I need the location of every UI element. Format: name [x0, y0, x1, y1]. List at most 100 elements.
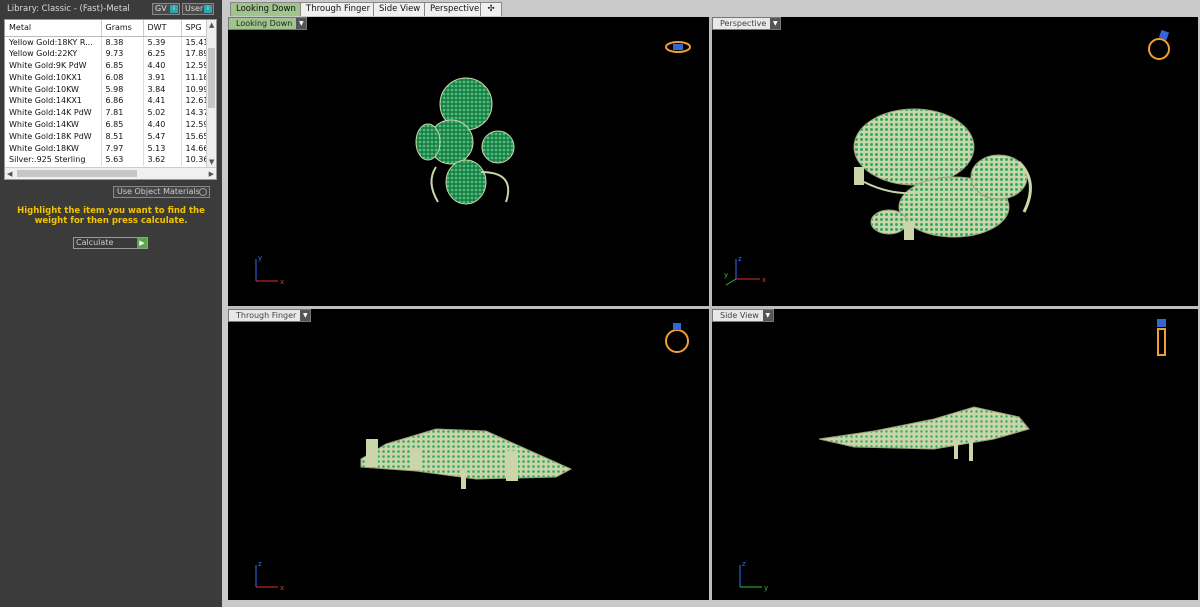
chevron-down-icon[interactable]: ▼	[770, 18, 781, 29]
table-cell-dwt: 4.40	[143, 118, 182, 131]
viewport-side-view[interactable]: Side View ▼ z y	[712, 309, 1198, 600]
table-cell-grams: 7.81	[101, 106, 144, 119]
vertical-scrollbar[interactable]: ▲ ▼	[206, 20, 216, 167]
ring-front-icon[interactable]	[662, 319, 692, 357]
user-toggle-button[interactable]: User i	[182, 3, 214, 15]
table-cell-dwt: 3.62	[143, 153, 182, 166]
chevron-left-icon[interactable]: ◀	[7, 169, 12, 179]
column-header-spg[interactable]: SPG	[181, 20, 210, 37]
tab-looking-down[interactable]: Looking Down	[230, 2, 302, 16]
table-cell-dwt: 4.40	[143, 59, 182, 72]
chevron-up-icon[interactable]: ▲	[209, 20, 214, 30]
tab-side-view[interactable]: Side View	[373, 2, 427, 16]
ring-side-icon[interactable]	[1152, 317, 1172, 357]
ring-top-icon[interactable]	[664, 39, 692, 55]
column-header-dwt[interactable]: DWT	[143, 20, 182, 37]
viewport-label-side-view[interactable]: Side View ▼	[712, 309, 774, 322]
tab-perspective[interactable]: Perspective	[424, 2, 486, 16]
table-cell-metal: White Gold:10KW	[5, 83, 102, 95]
table-cell-spg: 15.65	[181, 130, 210, 143]
table-cell-grams: 7.97	[101, 142, 144, 154]
scroll-thumb[interactable]	[208, 48, 215, 108]
table-cell-spg: 15.41	[181, 36, 210, 48]
table-cell-metal: White Gold:18K PdW	[5, 130, 102, 143]
jewelry-model-front	[360, 428, 573, 489]
table-cell-dwt: 5.47	[143, 130, 182, 143]
table-cell-spg: 11.18	[181, 71, 210, 84]
table-row[interactable]: Silver:.925 Sterling 5.63 3.62 10.36	[5, 153, 210, 166]
axis-label-y: y	[258, 254, 262, 262]
table-cell-grams: 8.51	[101, 130, 144, 143]
axis-gizmo-top: y x	[255, 254, 284, 286]
table-cell-metal: White Gold:14KW	[5, 118, 102, 131]
viewport-label-looking-down[interactable]: Looking Down ▼	[228, 17, 308, 30]
viewport-label-text: Perspective	[720, 19, 767, 28]
library-panel: Library: Classic - (Fast)-Metal GV i User…	[0, 0, 222, 607]
toggle-circle-icon[interactable]	[199, 188, 207, 196]
axis-gizmo-front: z x	[255, 560, 284, 592]
info-icon: i	[170, 5, 178, 13]
use-object-materials-toggle[interactable]: Use Object Materials	[113, 186, 210, 198]
table-row[interactable]: White Gold:18K PdW 8.51 5.47 15.65	[5, 130, 210, 143]
viewport-label-text: Through Finger	[236, 311, 297, 320]
table-row[interactable]: White Gold:9K PdW 6.85 4.40 12.59	[5, 59, 210, 72]
axis-label-z: z	[738, 255, 742, 263]
chevron-down-icon[interactable]: ▼	[209, 157, 214, 167]
table-row[interactable]: Yellow Gold:22KY 9.73 6.25 17.89	[5, 47, 210, 60]
table-cell-metal: White Gold:10KX1	[5, 71, 102, 84]
viewport-through-finger[interactable]: Through Finger ▼ z x	[228, 309, 709, 600]
axis-label-z: z	[258, 560, 262, 568]
viewport-perspective[interactable]: Perspective ▼ z y x	[712, 17, 1198, 306]
table-cell-dwt: 5.13	[143, 142, 182, 154]
table-cell-grams: 6.86	[101, 94, 144, 107]
chevron-down-icon[interactable]: ▼	[762, 310, 773, 321]
library-title: Library: Classic - (Fast)-Metal	[7, 4, 130, 14]
table-row[interactable]: Yellow Gold:18KY R... 8.38 5.39 15.41	[5, 36, 210, 48]
jewelry-model-top	[415, 77, 515, 205]
column-header-metal[interactable]: Metal	[5, 20, 102, 37]
gv-label: GV	[155, 4, 167, 13]
horizontal-scrollbar[interactable]: ◀ ▶	[5, 167, 216, 179]
viewport-label-through-finger[interactable]: Through Finger ▼	[228, 309, 312, 322]
plus-icon[interactable]: ✣	[480, 2, 502, 16]
table-cell-grams: 8.38	[101, 36, 144, 48]
calculate-button[interactable]: Calculate ▶	[73, 237, 148, 249]
jewelry-model-side	[818, 406, 1030, 461]
table-row[interactable]: White Gold:14KW 6.85 4.40 12.59	[5, 118, 210, 131]
table-cell-grams: 6.85	[101, 59, 144, 72]
table-row[interactable]: White Gold:10KX1 6.08 3.91 11.18	[5, 71, 210, 84]
viewport-looking-down[interactable]: Looking Down ▼ y x	[228, 17, 709, 306]
axis-gizmo-perspective: z y x	[724, 255, 766, 286]
axis-label-y: y	[724, 271, 728, 279]
viewport-grid: Looking Down ▼ y x Perspective ▼ z y x T…	[228, 17, 1198, 600]
scroll-thumb[interactable]	[17, 170, 137, 177]
table-cell-dwt: 3.84	[143, 83, 182, 95]
table-cell-grams: 5.98	[101, 83, 144, 95]
chevron-down-icon[interactable]: ▼	[300, 310, 311, 321]
viewport-area: Looking Down Through Finger Side View Pe…	[222, 0, 1200, 607]
chevron-right-icon[interactable]: ▶	[209, 169, 214, 179]
table-cell-dwt: 3.91	[143, 71, 182, 84]
table-row[interactable]: White Gold:14K PdW 7.81 5.02 14.37	[5, 106, 210, 119]
table-row[interactable]: White Gold:10KW 5.98 3.84 10.99	[5, 83, 210, 95]
column-header-grams[interactable]: Grams	[101, 20, 144, 37]
play-icon: ▶	[137, 238, 147, 248]
axis-gizmo-side: z y	[739, 560, 768, 592]
table-cell-dwt: 5.39	[143, 36, 182, 48]
table-cell-metal: Yellow Gold:18KY R...	[5, 36, 102, 48]
tab-through-finger[interactable]: Through Finger	[300, 2, 377, 16]
viewport-label-perspective[interactable]: Perspective ▼	[712, 17, 782, 30]
table-cell-metal: White Gold:14KX1	[5, 94, 102, 107]
ring-perspective-icon[interactable]	[1144, 27, 1176, 61]
table-cell-grams: 6.08	[101, 71, 144, 84]
table-cell-spg: 14.37	[181, 106, 210, 119]
viewport-label-text: Looking Down	[236, 19, 293, 28]
table-row[interactable]: White Gold:18KW 7.97 5.13 14.66	[5, 142, 210, 154]
table-cell-dwt: 4.41	[143, 94, 182, 107]
chevron-down-icon[interactable]: ▼	[296, 18, 307, 29]
table-row[interactable]: White Gold:14KX1 6.86 4.41 12.61	[5, 94, 210, 107]
table-cell-metal: White Gold:14K PdW	[5, 106, 102, 119]
gv-toggle-button[interactable]: GV i	[152, 3, 180, 15]
table-cell-metal: Silver:.925 Sterling	[5, 153, 102, 166]
table-cell-spg: 17.89	[181, 47, 210, 60]
